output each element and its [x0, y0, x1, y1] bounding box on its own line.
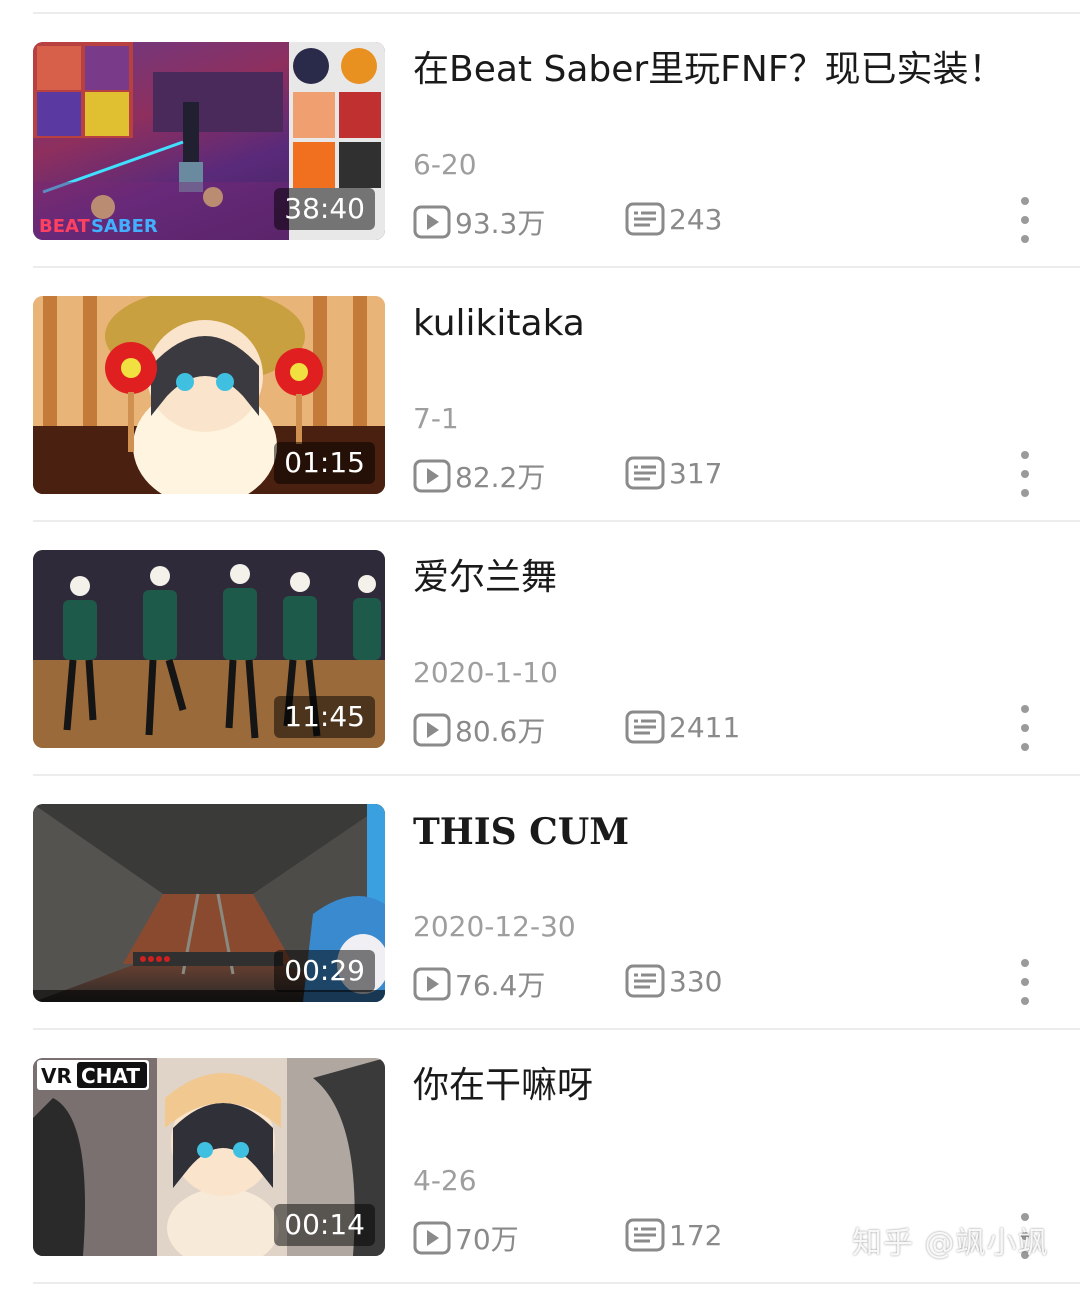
- danmaku-icon: [625, 710, 665, 744]
- more-vertical-icon[interactable]: [1010, 197, 1040, 243]
- play-count-icon: [413, 205, 451, 239]
- view-count-text: 70万: [455, 1223, 519, 1256]
- comment-count-text: 317: [669, 456, 723, 490]
- danmaku-icon: [625, 202, 665, 236]
- video-thumbnail[interactable]: 00:29: [33, 804, 385, 1002]
- video-thumbnail[interactable]: BEAT SABER 38:40: [33, 42, 385, 240]
- comment-count-text: 243: [669, 202, 723, 236]
- play-count-icon: [413, 459, 451, 493]
- view-count: 70万: [413, 1218, 519, 1258]
- view-count-text: 82.2万: [455, 461, 546, 494]
- comment-count-text: 330: [669, 964, 723, 998]
- video-thumbnail[interactable]: 11:45: [33, 550, 385, 748]
- more-vertical-icon[interactable]: [1010, 451, 1040, 497]
- video-thumbnail[interactable]: VR CHAT 00:14: [33, 1058, 385, 1256]
- beat-saber-logo: BEAT: [39, 216, 91, 237]
- svg-text:SABER: SABER: [91, 216, 158, 237]
- video-thumbnail[interactable]: 01:15: [33, 296, 385, 494]
- video-title[interactable]: 爱尔兰舞: [413, 552, 1053, 604]
- duration-badge: 01:15: [274, 442, 375, 484]
- divider: [33, 1282, 1080, 1284]
- play-count-icon: [413, 713, 451, 747]
- vrchat-logo: VR: [41, 1064, 72, 1088]
- danmaku-icon: [625, 1218, 665, 1252]
- publish-date: 6-20: [413, 148, 477, 181]
- danmaku-icon: [625, 456, 665, 490]
- comment-count: 243: [625, 202, 722, 236]
- video-title[interactable]: kulikitaka: [413, 298, 1053, 350]
- view-count: 93.3万: [413, 202, 545, 242]
- publish-date: 7-1: [413, 402, 459, 435]
- list-item[interactable]: 11:45 爱尔兰舞 2020-1-10 80.6万 2411: [0, 522, 1080, 776]
- view-count-text: 93.3万: [455, 207, 546, 240]
- video-title[interactable]: 在Beat Saber里玩FNF？现已实装！: [413, 44, 1053, 96]
- view-count: 80.6万: [413, 710, 545, 750]
- watermark: 知乎 @飒小飒: [852, 1226, 1049, 1261]
- list-item[interactable]: 01:15 kulikitaka 7-1 82.2万 317: [0, 268, 1080, 522]
- comment-count-text: 172: [669, 1218, 723, 1252]
- video-title[interactable]: THIS CUM: [413, 806, 1053, 858]
- publish-date: 2020-12-30: [413, 910, 576, 943]
- view-count: 76.4万: [413, 964, 545, 1004]
- danmaku-icon: [625, 964, 665, 998]
- comment-count: 317: [625, 456, 722, 490]
- view-count-text: 80.6万: [455, 715, 546, 748]
- svg-text:CHAT: CHAT: [81, 1064, 140, 1088]
- view-count-text: 76.4万: [455, 969, 546, 1002]
- play-count-icon: [413, 967, 451, 1001]
- comment-count: 172: [625, 1218, 722, 1252]
- more-vertical-icon[interactable]: [1010, 705, 1040, 751]
- duration-badge: 38:40: [274, 188, 375, 230]
- publish-date: 2020-1-10: [413, 656, 558, 689]
- list-item[interactable]: BEAT SABER 38:40 在Beat Saber里玩FNF？现已实装！ …: [0, 14, 1080, 268]
- duration-badge: 00:14: [274, 1204, 375, 1246]
- video-title[interactable]: 你在干嘛呀: [413, 1060, 1053, 1112]
- publish-date: 4-26: [413, 1164, 477, 1197]
- comment-count-text: 2411: [669, 710, 741, 744]
- duration-badge: 00:29: [274, 950, 375, 992]
- list-item[interactable]: 00:29 THIS CUM 2020-12-30 76.4万 330: [0, 776, 1080, 1030]
- play-count-icon: [413, 1221, 451, 1255]
- comment-count: 330: [625, 964, 722, 998]
- more-vertical-icon[interactable]: [1010, 959, 1040, 1005]
- duration-badge: 11:45: [274, 696, 375, 738]
- comment-count: 2411: [625, 710, 740, 744]
- view-count: 82.2万: [413, 456, 545, 496]
